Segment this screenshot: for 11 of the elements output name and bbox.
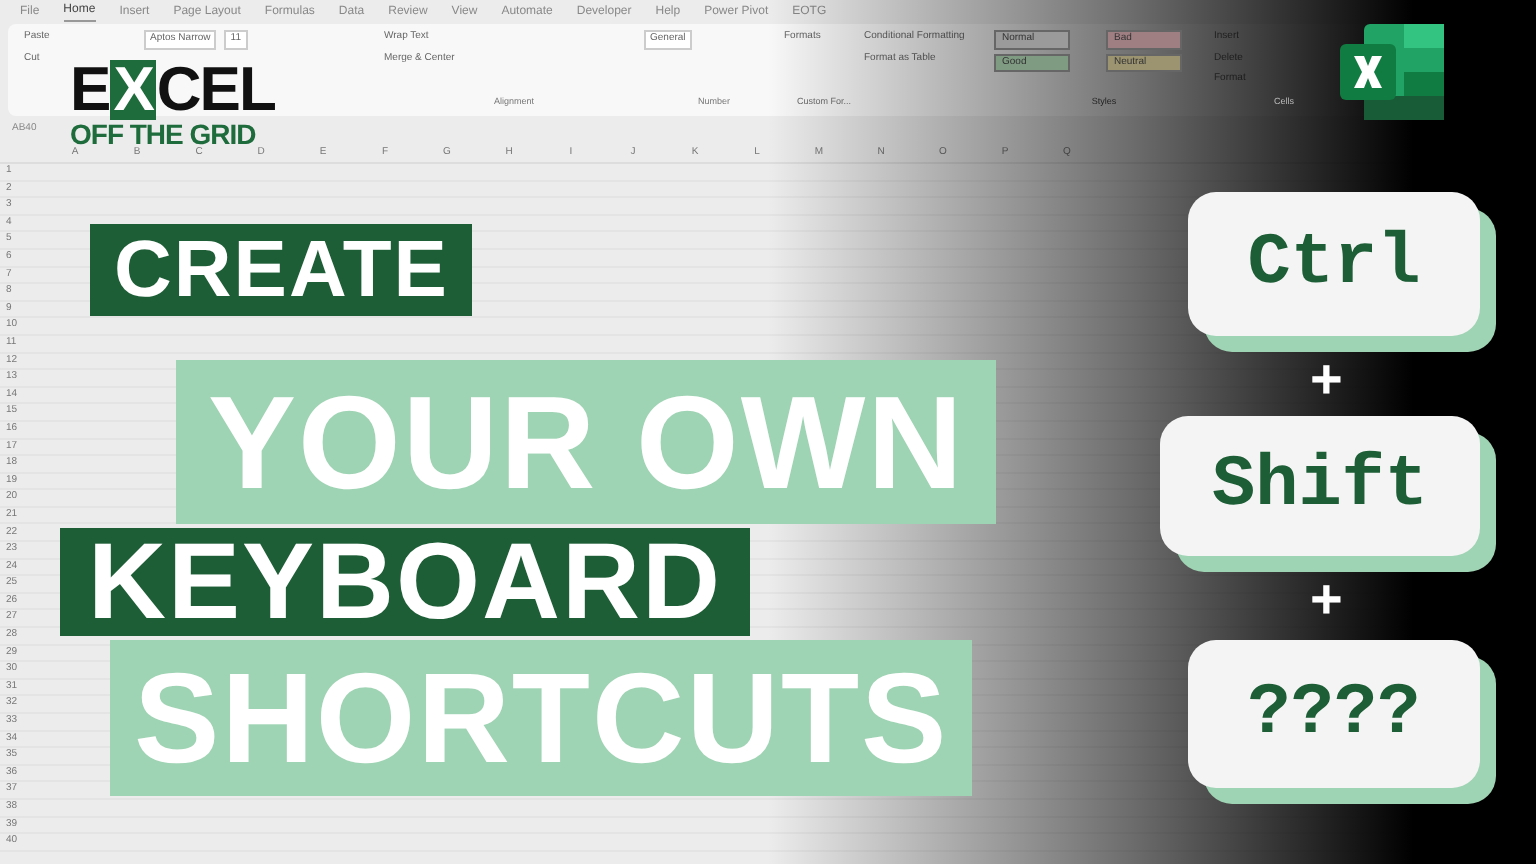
title-banner: YOUR OWN bbox=[176, 360, 997, 524]
logo-wordmark: EXCEL bbox=[70, 60, 275, 120]
plus-sign: + bbox=[1310, 572, 1343, 628]
keyboard-key: Shift bbox=[1160, 416, 1480, 556]
keyboard-key: Ctrl bbox=[1188, 192, 1480, 336]
logo-tagline: OFF THE GRID bbox=[70, 120, 258, 148]
title-banner: SHORTCUTS bbox=[110, 640, 973, 796]
title-banner: KEYBOARD bbox=[60, 528, 751, 636]
plus-sign: + bbox=[1310, 352, 1343, 408]
keyboard-key: ???? bbox=[1188, 640, 1480, 788]
title-banner: CREATE bbox=[90, 224, 473, 316]
